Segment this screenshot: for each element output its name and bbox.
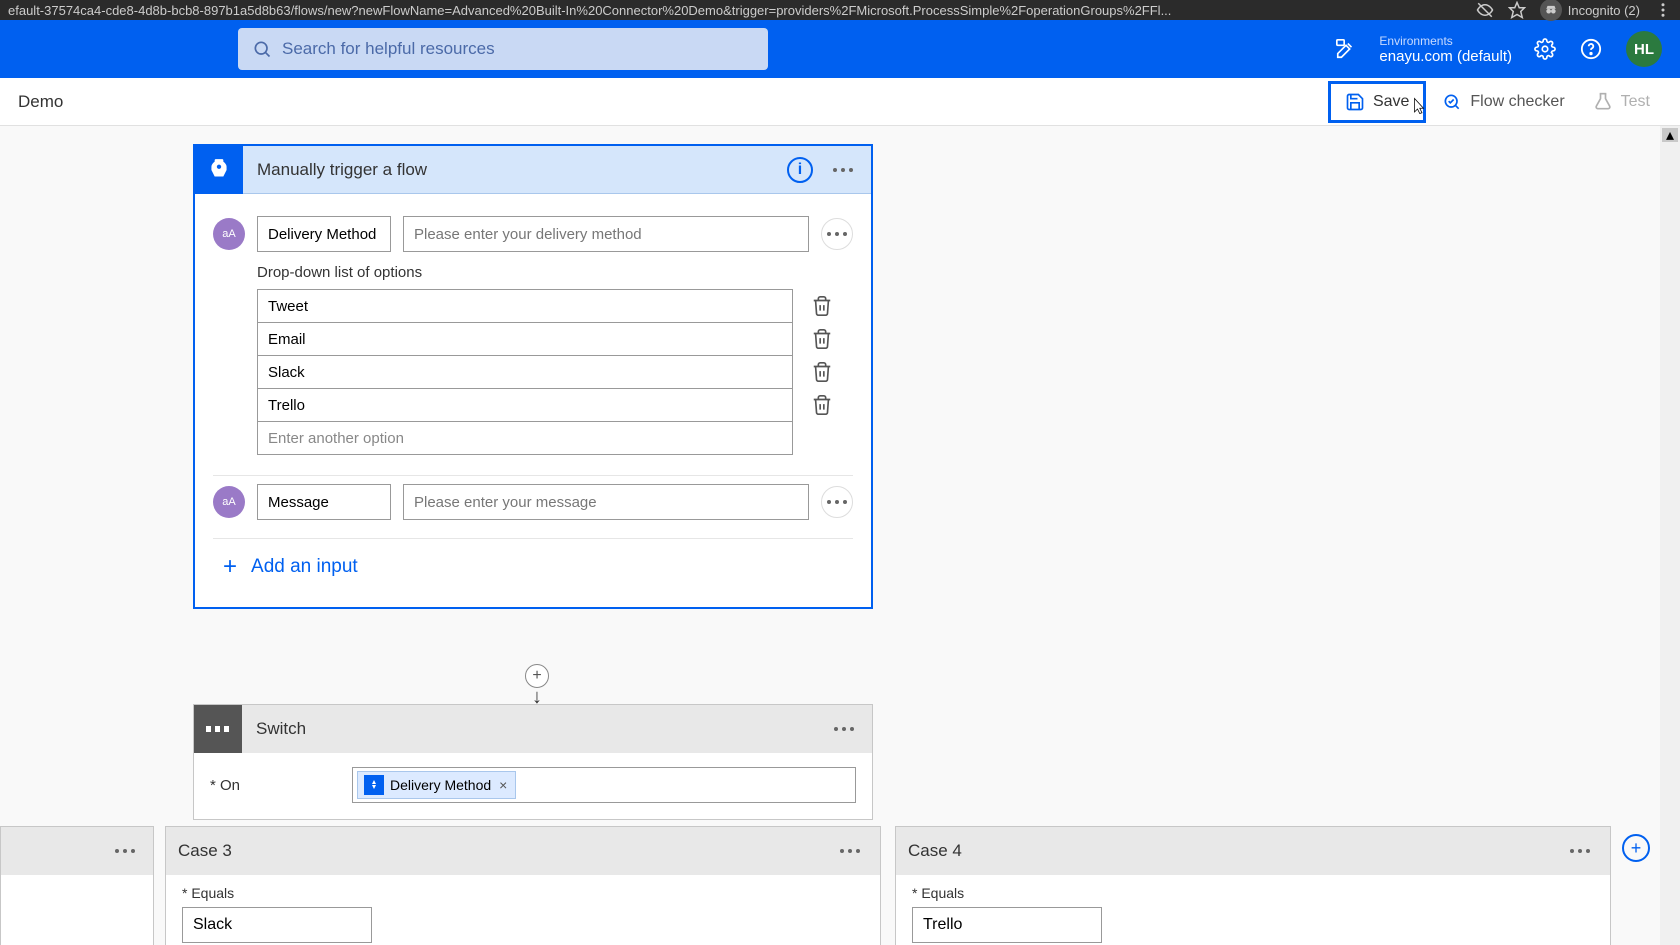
input-options-menu[interactable]: [821, 218, 853, 250]
delete-option-icon[interactable]: [811, 361, 833, 383]
case-header[interactable]: Case 3: [166, 827, 880, 875]
delete-option-icon[interactable]: [811, 394, 833, 416]
token-label: Delivery Method: [390, 777, 491, 793]
delete-option-icon[interactable]: [811, 328, 833, 350]
equals-label: * Equals: [182, 885, 864, 901]
option-field[interactable]: Tweet: [257, 289, 793, 323]
input-name-field[interactable]: Delivery Method: [257, 216, 391, 252]
dropdown-options-label: Drop-down list of options: [257, 264, 853, 281]
case-card-4: Case 4 * Equals Trello: [895, 826, 1611, 945]
add-input-button[interactable]: + Add an input: [213, 539, 853, 599]
search-input[interactable]: [282, 39, 754, 59]
environment-label: Environments: [1379, 34, 1512, 48]
case-card-truncated: [0, 826, 154, 945]
case-menu-icon[interactable]: [832, 841, 868, 861]
input-name-field[interactable]: Message: [257, 484, 391, 520]
flow-canvas[interactable]: Manually trigger a flow i aA Delivery Me…: [0, 126, 1680, 945]
user-avatar[interactable]: HL: [1626, 31, 1662, 67]
vertical-scrollbar[interactable]: ▴: [1660, 126, 1680, 945]
text-input-badge-icon: aA: [213, 218, 245, 250]
switch-card: Switch * On Delivery Method ×: [193, 704, 873, 820]
app-header: Environments enayu.com (default) HL: [0, 20, 1680, 78]
switch-header[interactable]: Switch: [194, 705, 872, 753]
search-icon: [252, 39, 272, 59]
equals-label: * Equals: [912, 885, 1594, 901]
trigger-header[interactable]: Manually trigger a flow i: [195, 146, 871, 194]
browser-address-bar: efault-37574ca4-cde8-4d8b-bcb8-897b1a5d8…: [0, 0, 1680, 20]
plus-icon: +: [223, 553, 237, 581]
settings-gear-icon[interactable]: [1528, 32, 1562, 66]
incognito-eye-icon[interactable]: [1476, 1, 1494, 19]
flow-checker-icon: [1442, 92, 1462, 112]
switch-title: Switch: [256, 719, 826, 739]
test-button[interactable]: Test: [1581, 86, 1662, 118]
text-input-badge-icon: aA: [213, 486, 245, 518]
help-icon[interactable]: [1574, 32, 1608, 66]
case-header[interactable]: Case 4: [896, 827, 1610, 875]
save-button[interactable]: Save: [1328, 81, 1426, 123]
flow-checker-button[interactable]: Flow checker: [1430, 86, 1576, 118]
case-card-3: Case 3 * Equals Slack: [165, 826, 881, 945]
option-field[interactable]: Trello: [257, 388, 793, 422]
test-label: Test: [1621, 93, 1650, 111]
switch-menu-icon[interactable]: [826, 719, 862, 739]
case-menu-icon[interactable]: [107, 841, 143, 861]
token-remove-icon[interactable]: ×: [497, 777, 509, 793]
switch-icon: [194, 705, 242, 753]
environment-display[interactable]: Environments enayu.com (default): [1379, 34, 1512, 65]
trigger-icon: [195, 146, 243, 194]
token-icon: [364, 775, 384, 795]
incognito-indicator[interactable]: Incognito (2): [1540, 0, 1640, 21]
switch-on-field[interactable]: Delivery Method ×: [352, 767, 856, 803]
add-case-button[interactable]: +: [1622, 834, 1650, 862]
case-title: Case 4: [908, 841, 1562, 861]
new-option-field[interactable]: Enter another option: [257, 421, 793, 455]
equals-field[interactable]: Trello: [912, 907, 1102, 943]
case-title: Case 3: [178, 841, 832, 861]
option-field[interactable]: Email: [257, 322, 793, 356]
search-box[interactable]: [238, 28, 768, 70]
switch-on-label: * On: [210, 777, 338, 794]
case-menu-icon[interactable]: [1562, 841, 1598, 861]
flow-toolbar: Demo Save Flow checker Test: [0, 78, 1680, 126]
trigger-card: Manually trigger a flow i aA Delivery Me…: [193, 144, 873, 609]
test-icon: [1593, 92, 1613, 112]
incognito-label: Incognito (2): [1568, 3, 1640, 18]
option-field[interactable]: Slack: [257, 355, 793, 389]
incognito-icon: [1540, 0, 1562, 21]
url-text: efault-37574ca4-cde8-4d8b-bcb8-897b1a5d8…: [8, 3, 1476, 18]
bookmark-star-icon[interactable]: [1508, 1, 1526, 19]
delete-option-icon[interactable]: [811, 295, 833, 317]
connector: + ↓: [525, 664, 549, 709]
environment-name: enayu.com (default): [1379, 48, 1512, 65]
save-label: Save: [1373, 93, 1409, 111]
scroll-up-icon[interactable]: ▴: [1662, 128, 1678, 142]
trigger-title: Manually trigger a flow: [257, 160, 787, 180]
info-icon[interactable]: i: [787, 157, 813, 183]
trigger-menu-icon[interactable]: [825, 160, 861, 180]
input-options-menu[interactable]: [821, 486, 853, 518]
dynamic-content-token[interactable]: Delivery Method ×: [357, 771, 516, 799]
flow-checker-label: Flow checker: [1470, 93, 1564, 111]
save-icon: [1345, 92, 1365, 112]
env-picker-icon[interactable]: [1329, 32, 1363, 66]
equals-field[interactable]: Slack: [182, 907, 372, 943]
insert-step-button[interactable]: +: [525, 664, 549, 688]
input-description-field[interactable]: Please enter your delivery method: [403, 216, 809, 252]
browser-menu-icon[interactable]: [1654, 1, 1672, 19]
flow-title: Demo: [18, 92, 63, 112]
input-description-field[interactable]: Please enter your message: [403, 484, 809, 520]
add-input-label: Add an input: [251, 556, 358, 578]
